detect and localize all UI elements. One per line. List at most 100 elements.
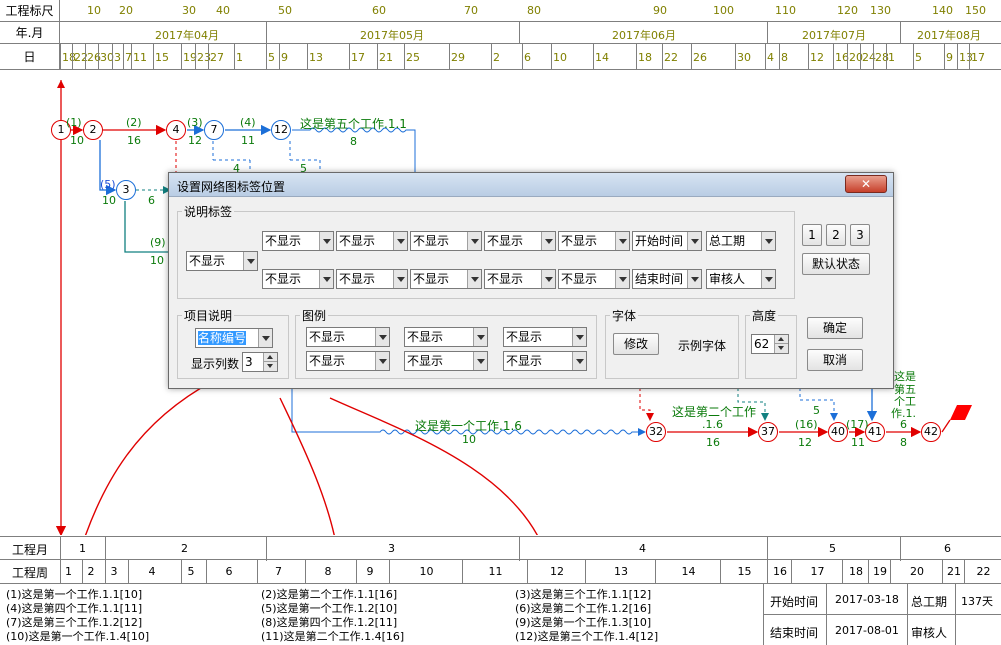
chevron-down-icon xyxy=(541,232,555,250)
dialog-titlebar[interactable]: 设置网络图标签位置 ✕ xyxy=(169,173,893,197)
activity-duration: 12 xyxy=(798,436,812,449)
chevron-down-icon xyxy=(467,270,481,288)
legend-combo[interactable]: 不显示 xyxy=(503,351,587,371)
node[interactable]: 4 xyxy=(166,120,186,140)
activity-label: (5) xyxy=(100,178,116,191)
scale-tick: 20 xyxy=(119,4,133,17)
scale-tick: 110 xyxy=(775,4,796,17)
project-week-cell: 5 xyxy=(187,565,195,578)
label-combo[interactable]: 不显示 xyxy=(558,231,630,251)
chevron-down-icon xyxy=(541,270,555,288)
cols-spinner[interactable]: 3 xyxy=(242,352,278,372)
label-left-combo[interactable]: 不显示 xyxy=(186,251,258,271)
end-time-label: 结束时间 xyxy=(770,626,819,640)
node[interactable]: 7 xyxy=(204,120,224,140)
preset-button-1[interactable]: 1 xyxy=(802,224,822,246)
day-row: 日 18 22 26 30 3 7 11 15 19 23 27 1 5 9 13 17 21 25 29 2 6 10 1… xyxy=(0,44,1001,70)
label-combo[interactable]: 结束时间 xyxy=(632,269,702,289)
spin-up-icon[interactable] xyxy=(774,335,788,344)
project-week-cell: 18 xyxy=(849,565,863,578)
label-combo[interactable]: 开始时间 xyxy=(632,231,702,251)
project-month-cell: 5 xyxy=(829,542,836,555)
label-combo[interactable]: 不显示 xyxy=(410,231,482,251)
project-month-cell: 3 xyxy=(388,542,395,555)
ok-button[interactable]: 确定 xyxy=(807,317,863,339)
label-combo[interactable]: 不显示 xyxy=(262,269,334,289)
node[interactable]: 40 xyxy=(828,422,848,442)
scale-tick: 130 xyxy=(870,4,891,17)
activity-duration: 16 xyxy=(706,436,720,449)
preset-button-2[interactable]: 2 xyxy=(826,224,846,246)
project-week-cell: 3 xyxy=(110,565,118,578)
scale-tick: 70 xyxy=(464,4,478,17)
activity-name: 这是第一个工作.1.6 xyxy=(415,419,522,433)
start-time-value: 2017-03-18 xyxy=(835,593,899,606)
close-button[interactable]: ✕ xyxy=(845,175,887,193)
node[interactable]: 2 xyxy=(83,120,103,140)
legend-combo[interactable]: 不显示 xyxy=(404,327,488,347)
project-week-cell: 1 xyxy=(65,565,72,578)
day-cell: 9 xyxy=(281,51,288,64)
node[interactable]: 3 xyxy=(116,180,136,200)
end-flag-icon xyxy=(950,405,972,420)
project-week-cell: 11 xyxy=(488,565,503,578)
scale-tick: 100 xyxy=(713,4,734,17)
day-cell: 22 xyxy=(664,51,678,64)
label-combo[interactable]: 不显示 xyxy=(336,269,408,289)
project-week-cell: 7 xyxy=(275,565,282,578)
project-week-label: 工程周 xyxy=(12,566,49,580)
day-cell: 17 xyxy=(351,51,365,64)
preset-button-3[interactable]: 3 xyxy=(850,224,870,246)
label-combo[interactable]: 不显示 xyxy=(484,231,556,251)
label-combo[interactable]: 审核人 xyxy=(706,269,776,289)
day-cell: 15 xyxy=(155,51,169,64)
total-duration-label: 总工期 xyxy=(911,595,948,609)
activity-label: (16) xyxy=(795,418,818,431)
project-month-row: 工程月 1 2 3 4 5 6 xyxy=(0,536,1001,561)
label-combo[interactable]: 不显示 xyxy=(484,269,556,289)
legend-combo[interactable]: 不显示 xyxy=(306,327,390,347)
project-week-cell: 20 xyxy=(910,565,924,578)
chevron-down-icon xyxy=(473,328,487,346)
project-week-cell: 13 xyxy=(614,565,628,578)
day-cell: 12 xyxy=(810,51,824,64)
node[interactable]: 32 xyxy=(646,422,666,442)
spin-down-icon[interactable] xyxy=(774,344,788,353)
node[interactable]: 42 xyxy=(921,422,941,442)
label-combo[interactable]: 不显示 xyxy=(558,269,630,289)
cancel-button[interactable]: 取消 xyxy=(807,349,863,371)
chevron-down-icon xyxy=(761,232,775,250)
activity-duration: 11 xyxy=(851,436,865,449)
legend-list-item: (10)这是第一个工作.1.4[10] xyxy=(6,630,150,643)
node[interactable]: 37 xyxy=(758,422,778,442)
font-sample: 示例字体 xyxy=(678,339,727,353)
project-month-cell: 2 xyxy=(181,542,188,555)
chevron-down-icon xyxy=(615,232,629,250)
spin-down-icon[interactable] xyxy=(263,362,277,371)
legend-list-item: (12)这是第三个工作.1.4[12] xyxy=(515,630,659,643)
activity-duration: 11 xyxy=(241,134,255,147)
legend-combo[interactable]: 不显示 xyxy=(306,351,390,371)
day-cell: 1 xyxy=(236,51,243,64)
day-cell: 13 xyxy=(309,51,323,64)
scale-tick: 10 xyxy=(87,4,101,17)
legend-list-item: (11)这是第二个工作.1.4[16] xyxy=(261,630,405,643)
label-combo[interactable]: 不显示 xyxy=(410,269,482,289)
height-spinner[interactable]: 62 xyxy=(751,334,789,354)
day-cell: 10 xyxy=(553,51,567,64)
default-state-button[interactable]: 默认状态 xyxy=(802,253,870,275)
label-combo[interactable]: 不显示 xyxy=(336,231,408,251)
scale-tick: 150 xyxy=(965,4,986,17)
node[interactable]: 12 xyxy=(271,120,291,140)
legend-combo[interactable]: 不显示 xyxy=(503,327,587,347)
month-cell: 2017年07月 xyxy=(802,29,866,42)
activity-label: (3) xyxy=(187,116,203,129)
label-combo[interactable]: 总工期 xyxy=(706,231,776,251)
legend-group-title: 图例 xyxy=(302,309,327,323)
spin-up-icon[interactable] xyxy=(263,353,277,362)
legend-combo[interactable]: 不显示 xyxy=(404,351,488,371)
project-week-cell: 4 xyxy=(148,565,156,578)
label-combo[interactable]: 不显示 xyxy=(262,231,334,251)
item-description-combo[interactable]: 名称编号 xyxy=(195,328,273,348)
font-modify-button[interactable]: 修改 xyxy=(613,333,659,355)
